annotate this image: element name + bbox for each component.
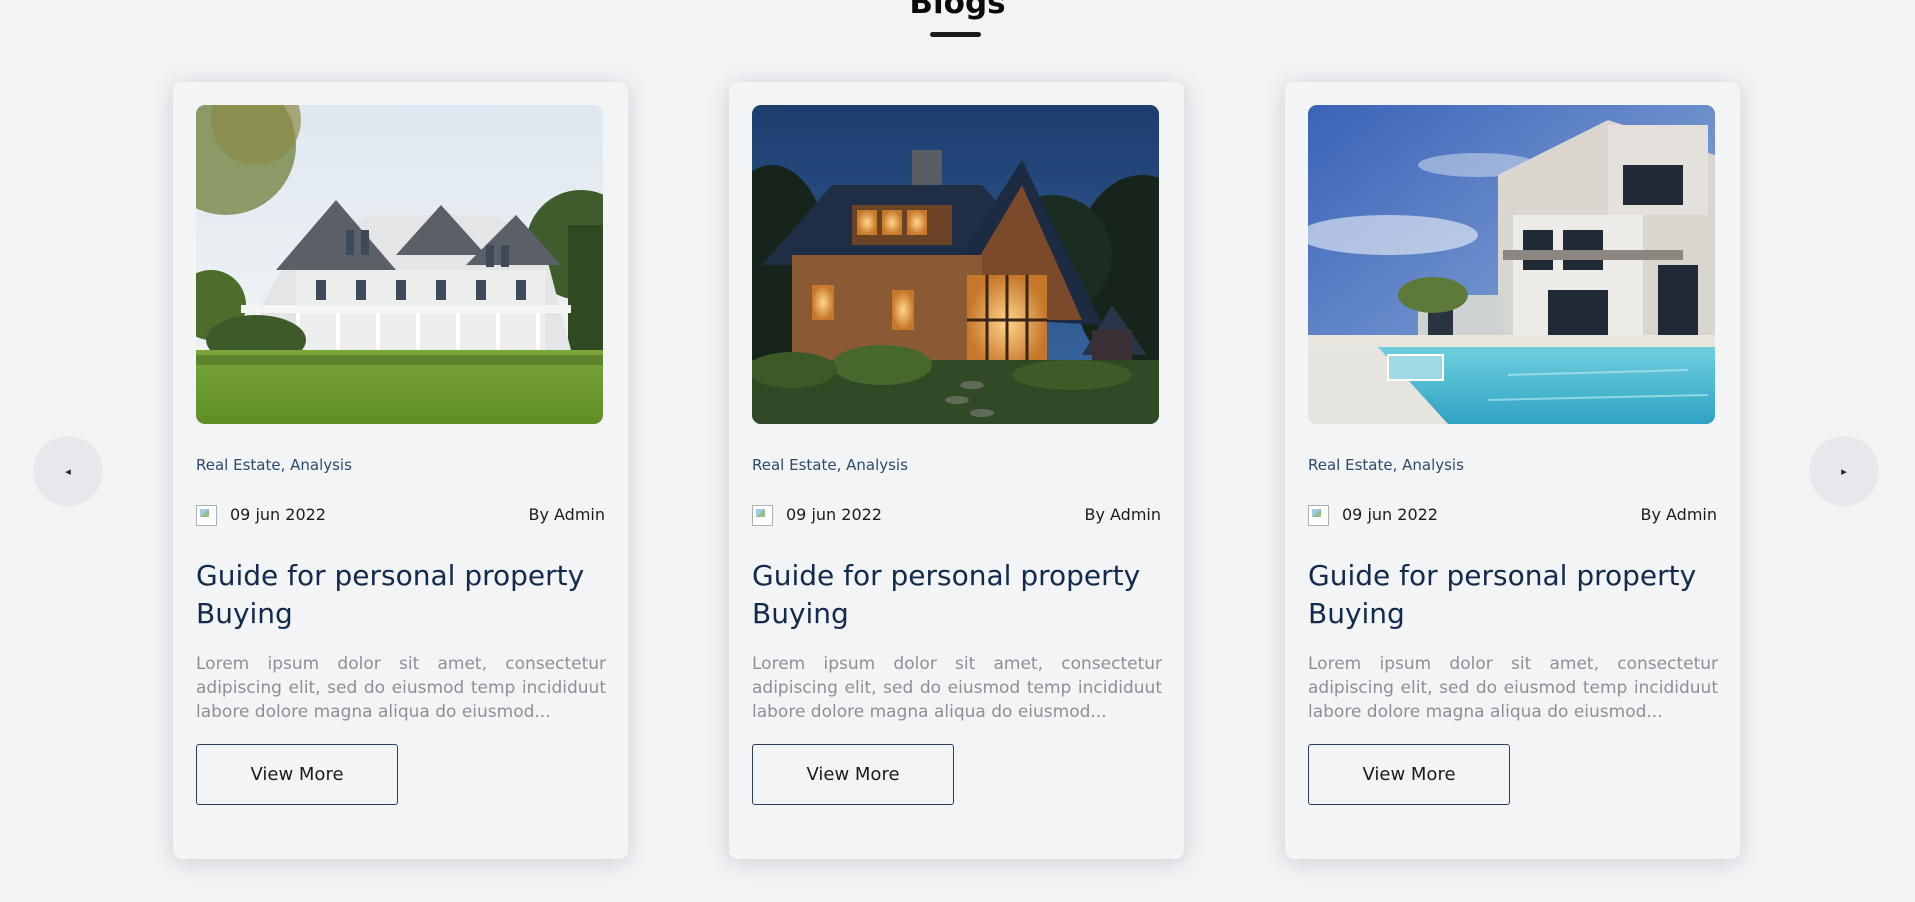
blog-date: 09 jun 2022 — [230, 505, 326, 524]
calendar-icon — [1308, 505, 1329, 526]
title-underline — [930, 32, 981, 37]
carousel-next-button[interactable]: ▸ — [1809, 436, 1879, 506]
blog-title[interactable]: Guide for personal property Buying — [1308, 557, 1718, 633]
blog-card-image[interactable] — [196, 105, 603, 424]
blog-excerpt: Lorem ipsum dolor sit amet, consectetur … — [752, 654, 1162, 722]
blog-excerpt: Lorem ipsum dolor sit amet, consectetur … — [196, 654, 606, 722]
caret-right-icon: ▸ — [1841, 465, 1847, 478]
blog-date: 09 jun 2022 — [1342, 505, 1438, 524]
blog-card: Real Estate, Analysis 09 jun 2022 By Adm… — [1285, 82, 1740, 859]
calendar-icon — [196, 505, 217, 526]
blog-tags[interactable]: Real Estate, Analysis — [752, 456, 908, 474]
caret-left-icon: ◂ — [65, 465, 71, 478]
blog-tags[interactable]: Real Estate, Analysis — [196, 456, 352, 474]
modern-villa-pool-photo — [1308, 105, 1715, 424]
blog-author: By Admin — [528, 505, 605, 524]
blog-title[interactable]: Guide for personal property Buying — [196, 557, 606, 633]
blog-excerpt: Lorem ipsum dolor sit amet, consectetur … — [1308, 654, 1718, 722]
view-more-button[interactable]: View More — [196, 744, 398, 805]
lit-cabin-night-photo — [752, 105, 1159, 424]
view-more-button[interactable]: View More — [1308, 744, 1510, 805]
blog-title[interactable]: Guide for personal property Buying — [752, 557, 1162, 633]
blog-author: By Admin — [1084, 505, 1161, 524]
blog-card: Real Estate, Analysis 09 jun 2022 By Adm… — [729, 82, 1184, 859]
blog-card-image[interactable] — [752, 105, 1159, 424]
white-farmhouse-photo — [196, 105, 603, 424]
calendar-icon — [752, 505, 773, 526]
blog-date: 09 jun 2022 — [786, 505, 882, 524]
blog-card: Real Estate, Analysis 09 jun 2022 By Adm… — [173, 82, 628, 859]
blog-card-image[interactable] — [1308, 105, 1715, 424]
blog-tags[interactable]: Real Estate, Analysis — [1308, 456, 1464, 474]
section-title: Blogs — [909, 0, 1006, 21]
carousel-prev-button[interactable]: ◂ — [33, 436, 103, 506]
blog-author: By Admin — [1640, 505, 1717, 524]
view-more-button[interactable]: View More — [752, 744, 954, 805]
